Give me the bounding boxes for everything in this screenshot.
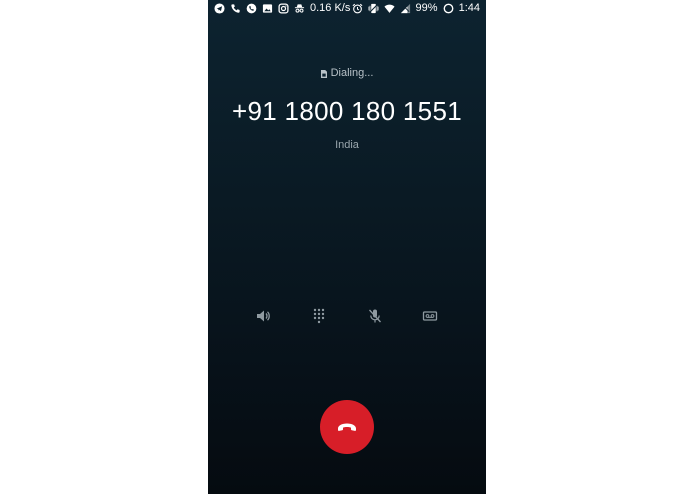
call-controls xyxy=(208,307,486,325)
call-status-text: Dialing... xyxy=(330,67,374,79)
speaker-button[interactable] xyxy=(253,307,273,325)
phone-icon xyxy=(230,3,241,14)
mute-button[interactable] xyxy=(365,307,385,325)
call-screen: 0.16 K/s 99% 1:44 Dialing... +91 1800 18… xyxy=(208,0,486,494)
telegram-icon xyxy=(214,3,225,14)
image-icon xyxy=(262,3,273,14)
caller-location: India xyxy=(335,139,359,151)
end-call-icon xyxy=(335,415,359,439)
dialpad-icon xyxy=(311,308,327,324)
call-status: Dialing... xyxy=(208,67,486,79)
end-call-button[interactable] xyxy=(320,400,374,454)
clock: 1:44 xyxy=(458,2,480,14)
battery-percent: 99% xyxy=(415,2,438,14)
battery-icon xyxy=(443,3,454,14)
signal-icon xyxy=(400,3,411,14)
instagram-icon xyxy=(278,3,289,14)
vibrate-icon xyxy=(368,3,379,14)
whatsapp-icon xyxy=(246,3,257,14)
dialpad-button[interactable] xyxy=(309,307,329,325)
speaker-icon xyxy=(255,308,271,324)
status-bar: 0.16 K/s 99% 1:44 xyxy=(208,0,486,17)
hold-icon xyxy=(422,308,438,324)
status-bar-left: 0.16 K/s xyxy=(214,3,350,14)
incognito-icon xyxy=(294,3,305,14)
wifi-icon xyxy=(384,3,395,14)
network-speed: 0.16 K/s xyxy=(310,2,351,14)
sim-card-icon xyxy=(320,69,327,78)
hold-button[interactable] xyxy=(420,307,440,325)
status-bar-right: 99% 1:44 xyxy=(352,3,480,14)
phone-number: +91 1800 180 1551 xyxy=(232,96,462,126)
alarm-icon xyxy=(352,3,363,14)
mute-icon xyxy=(367,308,383,324)
